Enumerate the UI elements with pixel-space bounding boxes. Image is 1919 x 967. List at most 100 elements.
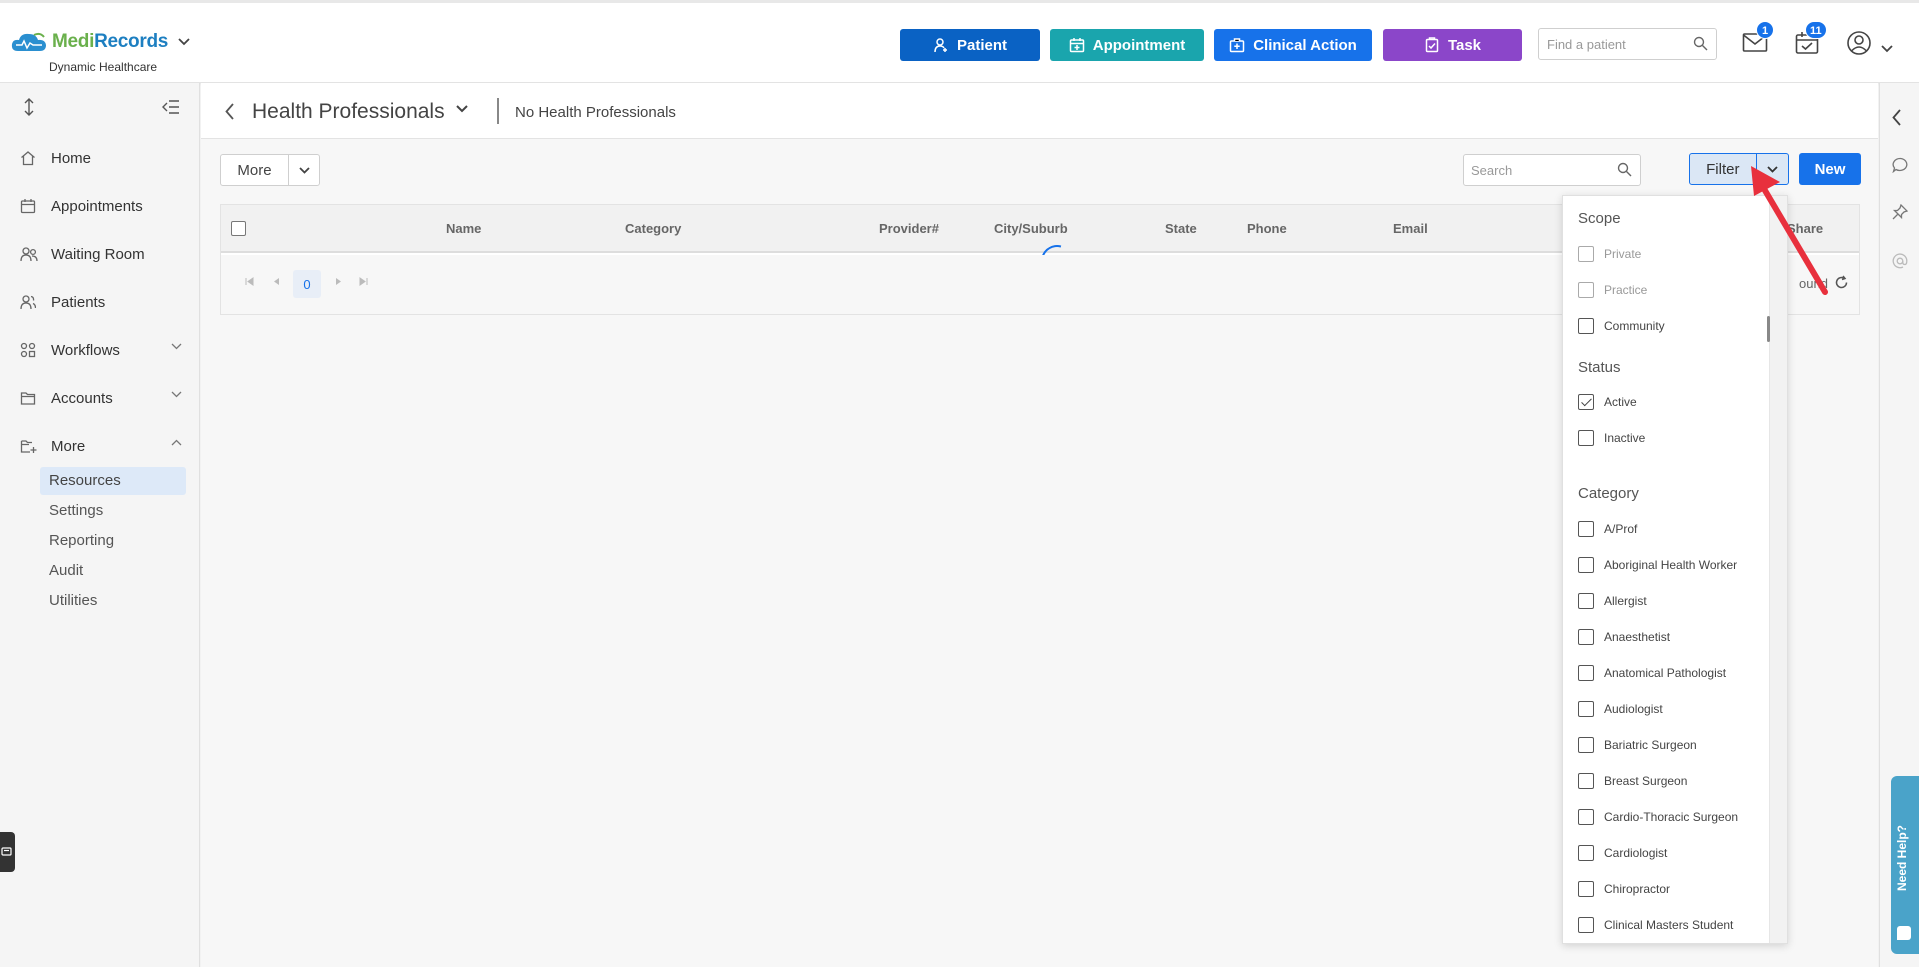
checkbox[interactable] [1578,809,1594,825]
checkbox[interactable] [1578,246,1594,262]
feedback-icon [1,847,12,856]
sidebar-item-waiting-room[interactable]: Waiting Room [20,242,190,266]
checkbox[interactable] [1578,665,1594,681]
checkbox[interactable] [1578,557,1594,573]
search-icon [1693,36,1708,51]
sidebar-item-more[interactable]: More [20,434,190,458]
refresh-icon[interactable] [1834,275,1849,290]
column-header-phone[interactable]: Phone [1247,221,1287,236]
filter-panel-scrollbar[interactable] [1769,196,1787,943]
checkbox[interactable] [1578,737,1594,753]
category-option[interactable]: Clinical Masters Student [1578,917,1733,933]
checkbox-checked[interactable] [1578,394,1594,410]
column-header-provider[interactable]: Provider# [879,221,939,236]
sidebar-item-home[interactable]: Home [20,146,190,170]
sidebar-subitem-resources[interactable]: Resources [40,467,186,495]
mail-button[interactable]: 1 [1742,21,1774,58]
users-icon [20,294,42,310]
chevron-down-icon[interactable] [456,105,468,113]
chevron-down-icon[interactable] [178,33,190,51]
checkbox[interactable] [1578,845,1594,861]
status-active-option[interactable]: Active [1578,394,1637,410]
column-header-city[interactable]: City/Suburb [994,221,1068,236]
user-menu[interactable] [1846,30,1872,61]
sidebar-item-workflows[interactable]: Workflows [20,338,190,362]
scope-practice-option[interactable]: Practice [1578,282,1647,298]
first-page-icon[interactable] [245,277,254,286]
more-actions-split-button[interactable]: More [220,154,320,186]
checkbox[interactable] [1578,521,1594,537]
category-option[interactable]: Bariatric Surgeon [1578,737,1697,753]
category-option[interactable]: Cardio-Thoracic Surgeon [1578,809,1738,825]
sidebar-item-accounts[interactable]: Accounts [20,386,190,410]
page-header: Health Professionals No Health Professio… [201,83,1878,139]
status-section-title: Status [1578,359,1621,376]
checkbox[interactable] [1578,629,1594,645]
last-page-icon[interactable] [359,277,368,286]
find-patient-input[interactable]: Find a patient [1538,28,1717,60]
checkbox[interactable] [1578,773,1594,789]
category-option[interactable]: Aboriginal Health Worker [1578,557,1737,573]
side-feedback-tab[interactable] [0,832,15,872]
column-header-email[interactable]: Email [1393,221,1428,236]
select-all-checkbox[interactable] [231,221,246,236]
app-logo[interactable]: MediRecords [10,31,190,53]
sidebar-subitem-reporting[interactable]: Reporting [40,527,186,555]
category-option[interactable]: Chiropractor [1578,881,1670,897]
scope-community-option[interactable]: Community [1578,318,1665,334]
category-option[interactable]: Anatomical Pathologist [1578,665,1726,681]
chevron-down-icon [171,391,182,398]
filter-panel-scroll-thumb[interactable] [1767,316,1770,342]
checkbox[interactable] [1578,282,1594,298]
comment-icon[interactable] [1892,157,1909,173]
status-inactive-option[interactable]: Inactive [1578,430,1645,446]
checkbox[interactable] [1578,430,1594,446]
more-dropdown-toggle[interactable] [289,155,319,185]
new-clinical-action-button[interactable]: Clinical Action [1214,29,1372,61]
sidebar-subitem-audit[interactable]: Audit [40,557,186,585]
new-task-button[interactable]: Task [1383,29,1522,61]
page-title[interactable]: Health Professionals [252,100,445,124]
previous-page-icon[interactable] [273,277,280,286]
sidebar-item-patients[interactable]: Patients [20,290,190,314]
scope-private-option[interactable]: Private [1578,246,1641,262]
sidebar-tools [20,98,185,118]
search-icon [1617,162,1632,177]
mail-badge: 1 [1756,21,1774,39]
next-page-icon[interactable] [335,277,342,286]
checkbox[interactable] [1578,881,1594,897]
category-option[interactable]: Allergist [1578,593,1647,609]
checkbox[interactable] [1578,701,1594,717]
pin-icon[interactable] [1892,204,1908,220]
chevron-up-icon [171,439,182,446]
checkbox[interactable] [1578,917,1594,933]
new-patient-button[interactable]: Patient [900,29,1040,61]
need-help-tab[interactable]: Need Help? [1891,776,1919,954]
new-appointment-button[interactable]: Appointment [1050,29,1204,61]
more-button[interactable]: More [221,155,289,185]
expand-panel-chevron-icon[interactable] [1892,109,1902,126]
category-option[interactable]: A/Prof [1578,521,1637,537]
category-option[interactable]: Anaesthetist [1578,629,1670,645]
sidebar-subitem-utilities[interactable]: Utilities [40,587,186,615]
sidebar-subitem-settings[interactable]: Settings [40,497,186,525]
current-page[interactable]: 0 [293,270,321,298]
checkbox[interactable] [1578,593,1594,609]
column-header-category[interactable]: Category [625,221,681,236]
chevron-down-icon [298,166,310,174]
back-chevron-icon[interactable] [225,103,235,120]
checkbox[interactable] [1578,318,1594,334]
category-option[interactable]: Breast Surgeon [1578,773,1687,789]
column-header-state[interactable]: State [1165,221,1197,236]
at-sign-icon[interactable] [1892,253,1908,269]
sidebar-item-appointments[interactable]: Appointments [20,194,190,218]
category-option[interactable]: Cardiologist [1578,845,1667,861]
column-header-name[interactable]: Name [446,221,481,236]
grid-search-input[interactable]: Search [1463,154,1641,186]
category-option[interactable]: Audiologist [1578,701,1663,717]
chevron-down-icon[interactable] [1881,40,1893,58]
collapse-sidebar-icon[interactable] [162,100,180,114]
tasks-button[interactable]: 11 [1795,21,1827,60]
scope-section-title: Scope [1578,210,1621,227]
resize-vertical-icon[interactable] [24,98,34,116]
